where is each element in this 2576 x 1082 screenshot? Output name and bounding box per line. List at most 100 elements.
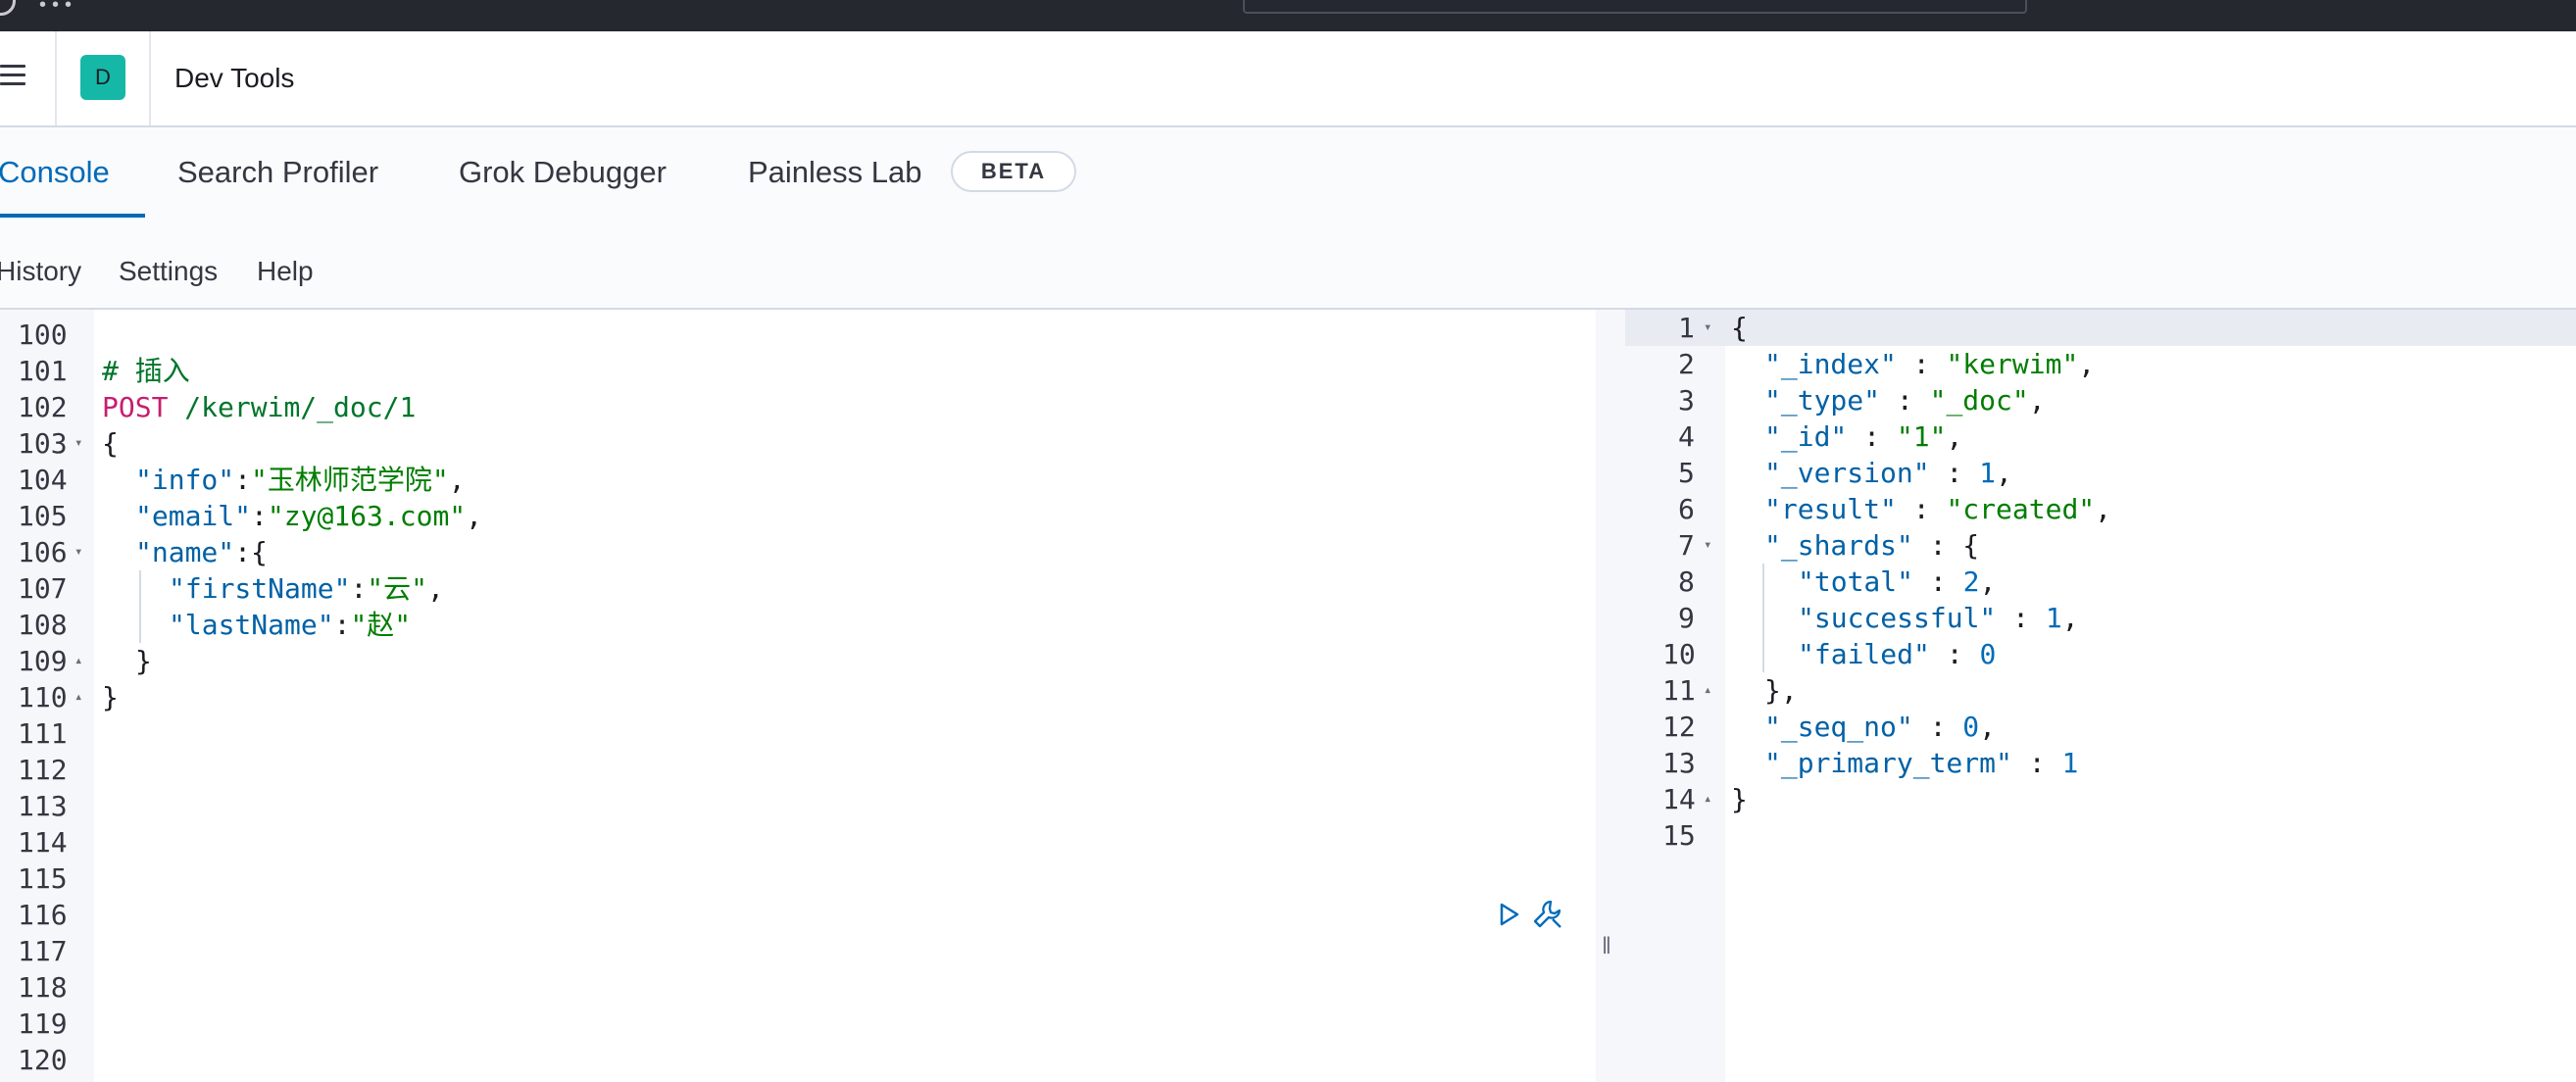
line-number: 117 xyxy=(18,935,68,967)
line-number: 8 xyxy=(1678,566,1695,598)
line-number: 11 xyxy=(1662,674,1696,707)
fold-toggle-icon[interactable]: ▾ xyxy=(74,425,82,462)
json-value: 1 xyxy=(1979,457,1997,489)
code-line: "total" : 2, xyxy=(1798,566,1997,598)
settings-link[interactable]: Settings xyxy=(119,255,218,288)
resize-handle-icon[interactable]: ‖ xyxy=(1602,933,1611,960)
global-search-input[interactable] xyxy=(1243,0,2027,14)
line-number: 119 xyxy=(18,1008,68,1040)
fold-toggle-icon[interactable]: ▴ xyxy=(1704,672,1711,709)
fold-toggle-icon[interactable]: ▴ xyxy=(1704,781,1711,817)
beta-badge: BETA xyxy=(951,151,1076,192)
json-key: "_id" xyxy=(1764,420,1848,453)
code-line: }, xyxy=(1764,674,1798,707)
json-key: "_index" xyxy=(1764,348,1897,380)
indent-guide xyxy=(1762,564,1764,672)
json-key: "_version" xyxy=(1764,457,1930,489)
json-value: "_doc" xyxy=(1929,384,2029,417)
line-number: 102 xyxy=(18,391,68,423)
fold-toggle-icon[interactable]: ▾ xyxy=(1704,527,1711,564)
line-number: 103 xyxy=(18,427,68,460)
console-menu: History Settings Help xyxy=(0,220,2576,310)
code-brace: } xyxy=(1731,783,1748,815)
line-number: 113 xyxy=(18,790,68,822)
request-line: POST /kerwim/_doc/1 xyxy=(102,389,416,425)
hamburger-menu-icon[interactable] xyxy=(0,65,25,88)
json-key: "_shards" xyxy=(1764,529,1913,562)
line-number: 108 xyxy=(18,609,68,641)
line-number: 9 xyxy=(1678,602,1695,634)
code-line: "email":"zy@163.com", xyxy=(135,500,483,532)
fold-toggle-icon[interactable]: ▾ xyxy=(74,534,82,570)
code-line: "lastName":"赵" xyxy=(169,609,412,641)
line-number: 15 xyxy=(1662,819,1696,852)
json-value: 0 xyxy=(1979,638,1997,670)
code-line: "_shards" : { xyxy=(1764,529,1980,562)
code-brace: } xyxy=(102,681,119,713)
line-number: 1 xyxy=(1678,312,1695,344)
line-number: 112 xyxy=(18,754,68,786)
line-number: 115 xyxy=(18,862,68,895)
tab-console[interactable]: Console xyxy=(0,153,110,192)
elastic-logo-icon[interactable] xyxy=(0,0,16,16)
tab-grok-debugger[interactable]: Grok Debugger xyxy=(459,153,667,192)
request-editor[interactable] xyxy=(94,310,1596,1082)
json-key: "info" xyxy=(135,464,235,496)
code-brace: } xyxy=(135,645,152,677)
code-comment: # 插入 xyxy=(102,355,190,387)
json-value: "zy@163.com" xyxy=(267,500,467,532)
json-key: "_seq_no" xyxy=(1764,711,1913,743)
history-link[interactable]: History xyxy=(0,255,81,288)
code-brace: { xyxy=(1731,312,1748,344)
code-line: "name":{ xyxy=(135,536,268,568)
http-method: POST xyxy=(102,391,169,423)
json-value: "created" xyxy=(1946,493,2096,525)
code-brace: } xyxy=(1764,674,1781,707)
line-number: 5 xyxy=(1678,457,1695,489)
line-number: 114 xyxy=(18,826,68,859)
code-line: "_index" : "kerwim", xyxy=(1764,348,2096,380)
json-key: "result" xyxy=(1764,493,1897,525)
line-number: 120 xyxy=(18,1044,68,1076)
json-key: "firstName" xyxy=(169,572,351,605)
json-value: "kerwim" xyxy=(1946,348,2079,380)
help-link[interactable]: Help xyxy=(257,255,314,288)
line-number: 4 xyxy=(1678,420,1695,453)
code-line: "_primary_term" : 1 xyxy=(1764,747,2079,779)
dev-tools-tabs: Console Search Profiler Grok Debugger Pa… xyxy=(0,127,2576,221)
line-number: 104 xyxy=(18,464,68,496)
play-icon[interactable] xyxy=(1494,900,1523,929)
json-value: 1 xyxy=(2045,602,2062,634)
code-line: "successful" : 1, xyxy=(1798,602,2079,634)
json-value: "赵" xyxy=(350,609,412,641)
wrench-icon[interactable] xyxy=(1531,898,1564,931)
line-number: 109 xyxy=(18,645,68,677)
json-key: "successful" xyxy=(1798,602,1997,634)
line-number: 105 xyxy=(18,500,68,532)
editor-resize-divider[interactable] xyxy=(1596,310,1625,1082)
space-avatar[interactable]: D xyxy=(80,55,125,100)
json-key: "lastName" xyxy=(169,609,334,641)
code-line: "_type" : "_doc", xyxy=(1764,384,2046,417)
tab-painless-lab[interactable]: Painless Lab xyxy=(748,153,922,192)
request-url: /kerwim/_doc/1 xyxy=(168,391,417,423)
code-brace: { xyxy=(102,427,119,460)
code-line: "info":"玉林师范学院", xyxy=(135,464,466,496)
fold-toggle-icon[interactable]: ▾ xyxy=(1704,310,1711,346)
line-number: 110 xyxy=(18,681,68,713)
line-number: 101 xyxy=(18,355,68,387)
active-tab-indicator xyxy=(0,214,145,218)
tab-search-profiler[interactable]: Search Profiler xyxy=(177,153,378,192)
line-number: 3 xyxy=(1678,384,1695,417)
json-value: 1 xyxy=(2061,747,2079,779)
header-divider xyxy=(149,31,151,125)
line-number: 118 xyxy=(18,971,68,1004)
fold-toggle-icon[interactable]: ▴ xyxy=(74,643,82,679)
json-value: "云" xyxy=(367,572,428,605)
json-key: "total" xyxy=(1798,566,1914,598)
line-number: 100 xyxy=(18,319,68,351)
logo-text-fragment: ••• xyxy=(39,0,78,16)
json-value: "1" xyxy=(1896,420,1947,453)
json-key: "_type" xyxy=(1764,384,1881,417)
fold-toggle-icon[interactable]: ▴ xyxy=(74,679,82,715)
